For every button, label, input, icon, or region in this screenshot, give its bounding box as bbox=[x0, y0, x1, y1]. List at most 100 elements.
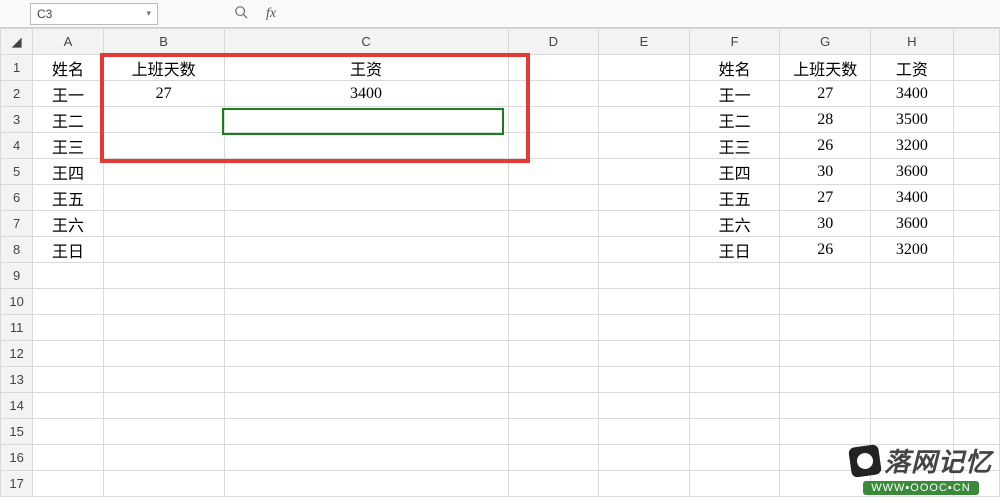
cell[interactable]: 王日 bbox=[33, 237, 103, 263]
cell[interactable] bbox=[599, 55, 690, 81]
cell[interactable] bbox=[599, 107, 690, 133]
cell[interactable] bbox=[224, 133, 508, 159]
cell[interactable]: 30 bbox=[780, 159, 871, 185]
cell[interactable] bbox=[103, 159, 224, 185]
cell[interactable] bbox=[953, 55, 999, 81]
col-header-B[interactable]: B bbox=[103, 29, 224, 55]
cell[interactable] bbox=[103, 185, 224, 211]
cell[interactable] bbox=[224, 159, 508, 185]
row-header-7[interactable]: 7 bbox=[1, 211, 33, 237]
cell[interactable]: 王五 bbox=[689, 185, 780, 211]
name-box-dropdown-icon[interactable]: ▾ bbox=[146, 8, 151, 19]
col-header-extra[interactable] bbox=[953, 29, 999, 55]
cell[interactable] bbox=[103, 237, 224, 263]
col-header-D[interactable]: D bbox=[508, 29, 599, 55]
cell[interactable] bbox=[508, 159, 599, 185]
name-box[interactable]: C3 ▾ bbox=[30, 3, 158, 25]
cell[interactable]: 3500 bbox=[871, 107, 954, 133]
row-header-10[interactable]: 10 bbox=[1, 289, 33, 315]
row-header-3[interactable]: 3 bbox=[1, 107, 33, 133]
row-header-12[interactable]: 12 bbox=[1, 341, 33, 367]
cell[interactable]: 3200 bbox=[871, 133, 954, 159]
cell[interactable]: 26 bbox=[780, 133, 871, 159]
cell[interactable]: 王六 bbox=[33, 211, 103, 237]
row-header-11[interactable]: 11 bbox=[1, 315, 33, 341]
cell[interactable] bbox=[103, 211, 224, 237]
row-header-15[interactable]: 15 bbox=[1, 419, 33, 445]
cell[interactable] bbox=[103, 107, 224, 133]
row-header-5[interactable]: 5 bbox=[1, 159, 33, 185]
cell[interactable] bbox=[224, 211, 508, 237]
cell[interactable]: 28 bbox=[780, 107, 871, 133]
cell[interactable]: 王三 bbox=[689, 133, 780, 159]
spreadsheet-grid[interactable]: ◢ A B C D E F G H 1 姓名 上班天数 王资 姓名 上班天数 工… bbox=[0, 28, 1000, 497]
cell[interactable] bbox=[599, 185, 690, 211]
row-header-6[interactable]: 6 bbox=[1, 185, 33, 211]
cell[interactable]: 3400 bbox=[871, 185, 954, 211]
cell[interactable] bbox=[599, 81, 690, 107]
cell[interactable]: 上班天数 bbox=[780, 55, 871, 81]
cell[interactable] bbox=[599, 237, 690, 263]
cell[interactable]: 姓名 bbox=[33, 55, 103, 81]
cell[interactable]: 3400 bbox=[224, 81, 508, 107]
cell[interactable] bbox=[224, 185, 508, 211]
cell[interactable]: 3600 bbox=[871, 159, 954, 185]
cell[interactable] bbox=[953, 211, 999, 237]
row-header-1[interactable]: 1 bbox=[1, 55, 33, 81]
cell[interactable]: 27 bbox=[780, 185, 871, 211]
cell[interactable]: 工资 bbox=[871, 55, 954, 81]
col-header-H[interactable]: H bbox=[871, 29, 954, 55]
fx-icon[interactable]: fx bbox=[266, 6, 276, 22]
cell[interactable]: 王二 bbox=[33, 107, 103, 133]
cell[interactable]: 王一 bbox=[689, 81, 780, 107]
cell[interactable]: 26 bbox=[780, 237, 871, 263]
cell[interactable] bbox=[953, 107, 999, 133]
row-header-2[interactable]: 2 bbox=[1, 81, 33, 107]
cell[interactable] bbox=[508, 133, 599, 159]
cell[interactable] bbox=[103, 133, 224, 159]
cell[interactable]: 王资 bbox=[224, 55, 508, 81]
cell[interactable] bbox=[599, 211, 690, 237]
cell[interactable] bbox=[508, 55, 599, 81]
cell[interactable] bbox=[224, 237, 508, 263]
cell[interactable]: 3200 bbox=[871, 237, 954, 263]
cell[interactable]: 王二 bbox=[689, 107, 780, 133]
cell[interactable]: 王四 bbox=[33, 159, 103, 185]
cell[interactable] bbox=[953, 185, 999, 211]
row-header-9[interactable]: 9 bbox=[1, 263, 33, 289]
search-icon[interactable] bbox=[234, 5, 248, 22]
cell[interactable]: 王六 bbox=[689, 211, 780, 237]
row-header-8[interactable]: 8 bbox=[1, 237, 33, 263]
row-header-4[interactable]: 4 bbox=[1, 133, 33, 159]
cell[interactable]: 27 bbox=[780, 81, 871, 107]
cell[interactable] bbox=[599, 159, 690, 185]
cell[interactable]: 王日 bbox=[689, 237, 780, 263]
row-header-13[interactable]: 13 bbox=[1, 367, 33, 393]
row-header-16[interactable]: 16 bbox=[1, 445, 33, 471]
cell[interactable]: 3600 bbox=[871, 211, 954, 237]
cell[interactable] bbox=[953, 81, 999, 107]
col-header-G[interactable]: G bbox=[780, 29, 871, 55]
col-header-A[interactable]: A bbox=[33, 29, 103, 55]
cell-active[interactable] bbox=[224, 107, 508, 133]
row-header-14[interactable]: 14 bbox=[1, 393, 33, 419]
cell[interactable]: 王三 bbox=[33, 133, 103, 159]
col-header-F[interactable]: F bbox=[689, 29, 780, 55]
cell[interactable] bbox=[953, 237, 999, 263]
cell[interactable]: 王五 bbox=[33, 185, 103, 211]
cell[interactable] bbox=[599, 133, 690, 159]
cell[interactable]: 王一 bbox=[33, 81, 103, 107]
col-header-C[interactable]: C bbox=[224, 29, 508, 55]
cell[interactable]: 王四 bbox=[689, 159, 780, 185]
cell[interactable]: 姓名 bbox=[689, 55, 780, 81]
cell[interactable] bbox=[953, 133, 999, 159]
col-header-E[interactable]: E bbox=[599, 29, 690, 55]
cell[interactable]: 3400 bbox=[871, 81, 954, 107]
cell[interactable] bbox=[508, 185, 599, 211]
cell[interactable] bbox=[508, 81, 599, 107]
cell[interactable]: 27 bbox=[103, 81, 224, 107]
cell[interactable] bbox=[953, 159, 999, 185]
cell[interactable] bbox=[508, 237, 599, 263]
cell[interactable]: 30 bbox=[780, 211, 871, 237]
cell[interactable] bbox=[508, 107, 599, 133]
